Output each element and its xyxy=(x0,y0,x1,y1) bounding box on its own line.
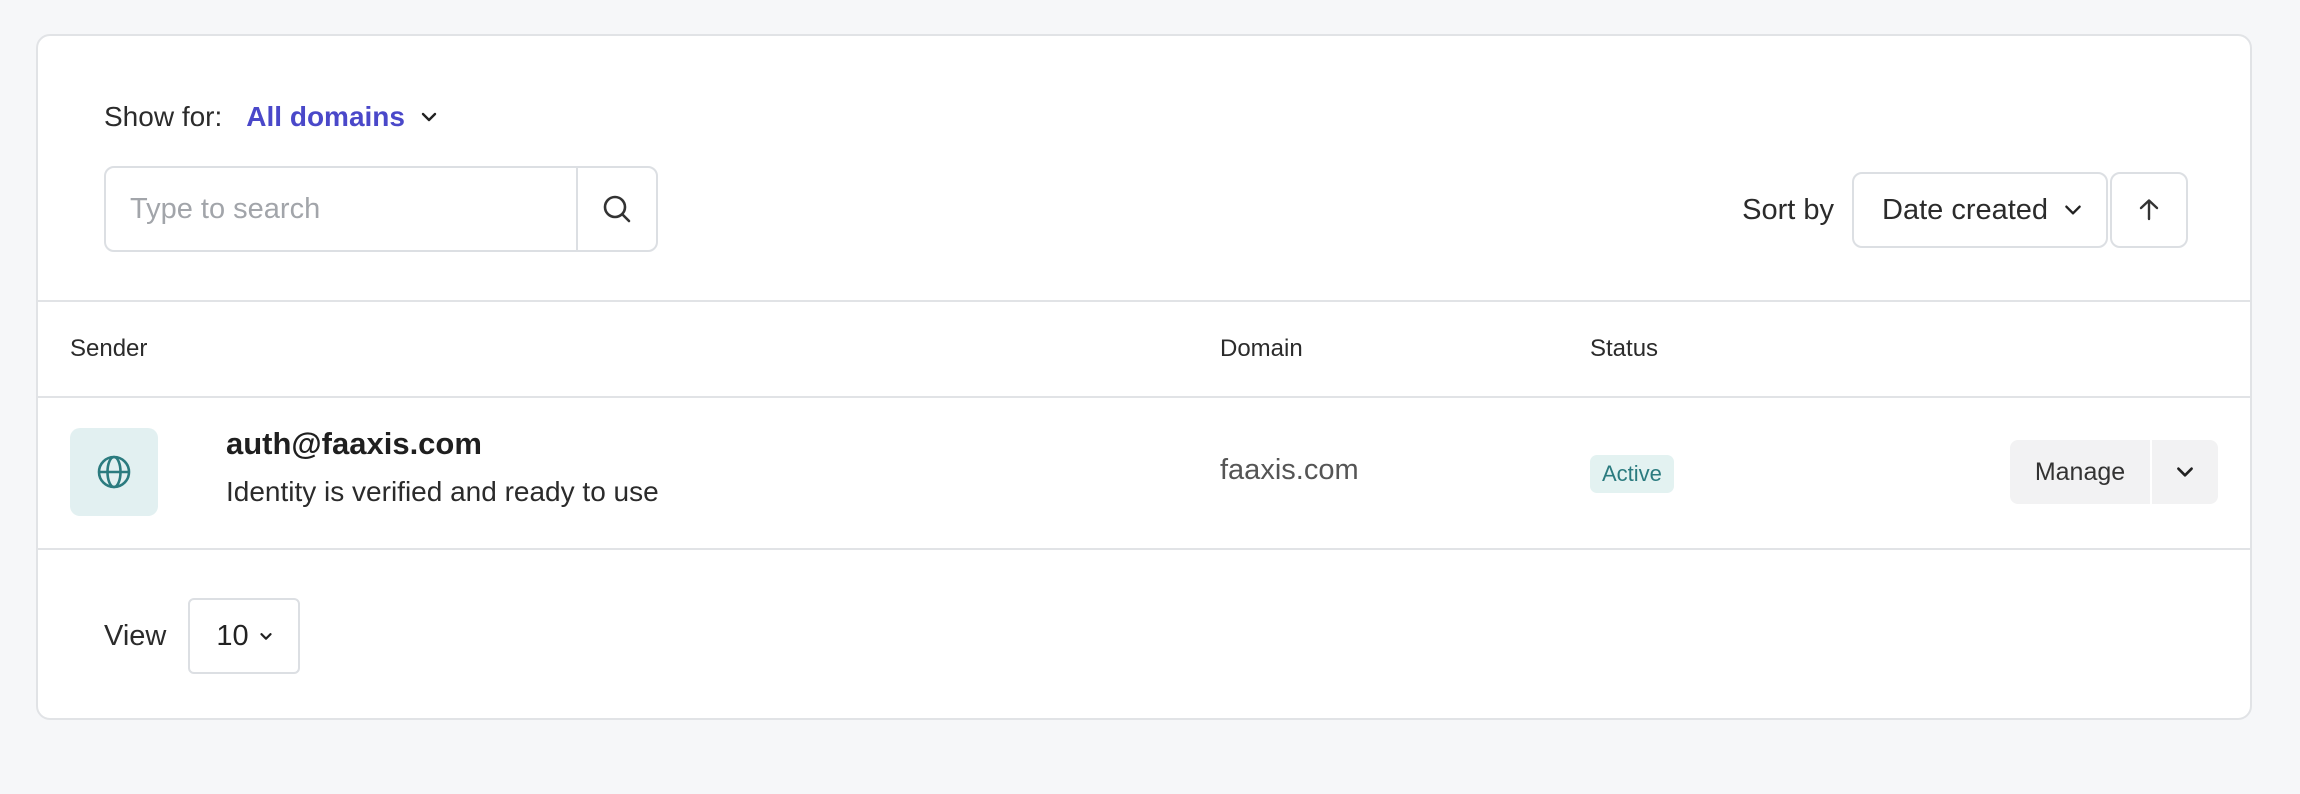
chevron-down-icon xyxy=(260,633,272,640)
sort-field-value: Date created xyxy=(1882,193,2049,226)
arrow-up-icon xyxy=(2139,199,2159,221)
senders-card: Show for: All domains Sort by Date creat… xyxy=(36,34,2252,720)
chevron-down-icon xyxy=(2065,205,2081,215)
column-header-status: Status xyxy=(1590,335,1659,362)
view-label: View xyxy=(104,619,167,652)
sender-email: auth@faaxis.com xyxy=(226,426,482,461)
column-header-domain: Domain xyxy=(1220,335,1303,362)
sender-avatar xyxy=(70,428,158,516)
sort-controls: Sort by Date created xyxy=(1742,172,2188,248)
search-button[interactable] xyxy=(576,168,656,250)
sort-label: Sort by xyxy=(1742,193,1834,226)
search-icon xyxy=(603,195,631,223)
pagination: View 10 xyxy=(104,598,301,674)
show-for-label: Show for: xyxy=(104,101,223,132)
status-badge: Active xyxy=(1590,455,1674,493)
sort-direction-button[interactable] xyxy=(2110,172,2188,248)
show-for-filter: Show for: All domains xyxy=(104,92,439,142)
sort-field-dropdown[interactable]: Date created xyxy=(1852,172,2108,248)
row-more-button[interactable] xyxy=(2152,440,2218,504)
globe-icon xyxy=(97,455,131,489)
search-box xyxy=(104,166,658,252)
per-page-value: 10 xyxy=(216,619,249,652)
sender-domain: faaxis.com xyxy=(1220,454,1359,486)
per-page-dropdown[interactable]: 10 xyxy=(188,598,301,674)
search-input[interactable] xyxy=(106,168,576,250)
chevron-down-icon xyxy=(2177,467,2193,477)
domain-filter-value: All domains xyxy=(246,101,405,132)
sender-description: Identity is verified and ready to use xyxy=(226,476,659,507)
table-header: Sender Domain Status xyxy=(38,300,2250,398)
column-header-sender: Sender xyxy=(70,335,148,362)
manage-button[interactable]: Manage xyxy=(2010,440,2150,504)
domain-filter-dropdown[interactable]: All domains xyxy=(246,101,439,133)
table-row: auth@faaxis.com Identity is verified and… xyxy=(38,396,2250,550)
chevron-down-icon xyxy=(421,112,437,122)
row-actions: Manage xyxy=(2010,440,2218,504)
